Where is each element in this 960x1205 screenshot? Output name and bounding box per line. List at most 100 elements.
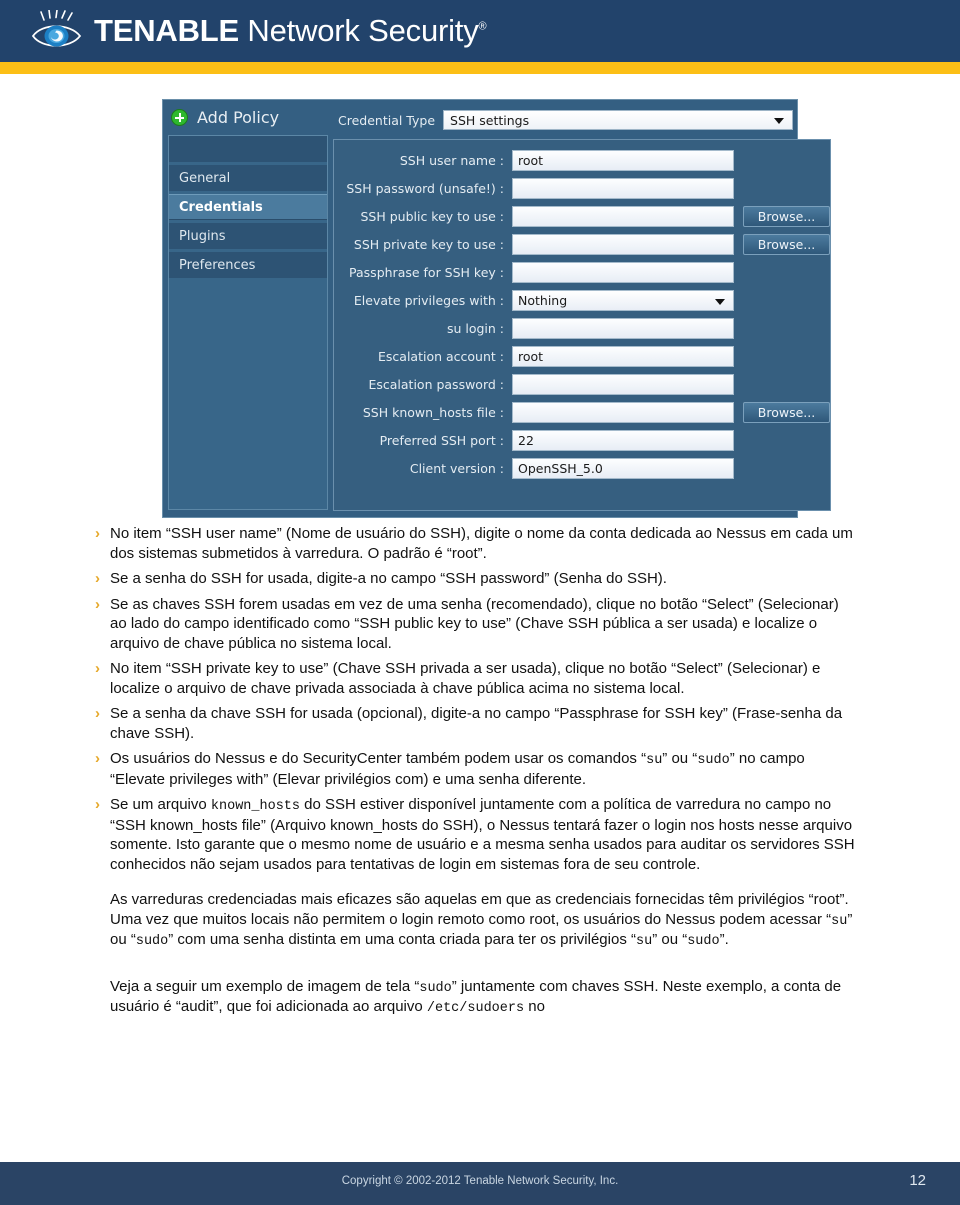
- credential-type-label: Credential Type: [338, 112, 436, 128]
- code-sudoers-path: /etc/sudoers: [426, 1001, 525, 1017]
- field-row-client-version: Client version : OpenSSH_5.0: [334, 458, 830, 479]
- credential-type-row: Credential Type SSH settings: [333, 110, 831, 130]
- list-item: › Se as chaves SSH forem usadas em vez d…: [82, 595, 960, 654]
- list-item-text: Se um arquivo known_hosts do SSH estiver…: [110, 795, 855, 874]
- passphrase-input[interactable]: [512, 262, 734, 283]
- ssh-port-input[interactable]: 22: [512, 430, 734, 451]
- page-number: 12: [909, 1172, 926, 1189]
- list-item: › No item “SSH user name” (Nome de usuár…: [82, 524, 960, 563]
- credential-type-value: SSH settings: [450, 112, 530, 128]
- sidebar-item-label: Preferences: [179, 257, 256, 273]
- ssh-user-name-input[interactable]: root: [512, 150, 734, 171]
- field-value: root: [518, 153, 544, 168]
- ssh-password-input[interactable]: [512, 178, 734, 199]
- list-item: › No item “SSH private key to use” (Chav…: [82, 659, 960, 698]
- field-label: Escalation password :: [368, 377, 504, 392]
- sidebar-item-label: General: [179, 170, 231, 186]
- field-row-escalation-password: Escalation password :: [334, 374, 830, 395]
- sidebar-item-general[interactable]: General: [169, 165, 327, 191]
- list-item-su-sudo: › Os usuários do Nessus e do SecurityCen…: [82, 749, 960, 789]
- page-header: TENABLE Network Security®: [0, 0, 960, 62]
- code-known-hosts: known_hosts: [210, 799, 301, 815]
- text-part: Se um arquivo: [110, 796, 211, 814]
- brand-network-security: Network Security: [247, 12, 479, 48]
- bullet-arrow-icon: ›: [95, 595, 100, 613]
- text-part: Os usuários do Nessus e do SecurityCente…: [110, 750, 647, 767]
- bullet-arrow-icon: ›: [95, 570, 100, 587]
- eye-logo-icon: [30, 10, 84, 52]
- browse-button-private-key[interactable]: Browse...: [743, 234, 830, 255]
- field-label: SSH known_hosts file :: [362, 405, 504, 420]
- bullet-list: › No item “SSH user name” (Nome de usuár…: [0, 524, 960, 874]
- add-policy-label: Add Policy: [197, 108, 280, 127]
- field-label: su login :: [446, 321, 504, 336]
- brand-wordmark: TENABLE Network Security®: [94, 12, 487, 48]
- su-login-input[interactable]: [512, 318, 734, 339]
- policy-sidebar: Add Policy General Credentials Plugins P…: [163, 100, 333, 517]
- bullet-arrow-icon: ›: [95, 750, 100, 767]
- field-label: Elevate privileges with :: [353, 293, 504, 308]
- list-item-known-hosts: › Se um arquivo known_hosts do SSH estiv…: [82, 795, 960, 874]
- field-row-known-hosts: SSH known_hosts file : Browse...: [334, 402, 830, 423]
- field-label: Preferred SSH port :: [379, 433, 504, 448]
- field-value: 22: [518, 433, 534, 448]
- escalation-password-input[interactable]: [512, 374, 734, 395]
- policy-form-area: Credential Type SSH settings SSH user na…: [333, 100, 839, 517]
- field-row-su-login: su login :: [334, 318, 830, 339]
- known-hosts-input[interactable]: [512, 402, 734, 423]
- document-body: › No item “SSH user name” (Nome de usuár…: [0, 524, 960, 1018]
- registered-mark: ®: [478, 20, 487, 33]
- list-item-text: No item “SSH user name” (Nome de usuário…: [110, 525, 853, 562]
- browse-button-known-hosts[interactable]: Browse...: [743, 402, 830, 423]
- credential-type-select[interactable]: SSH settings: [443, 110, 794, 130]
- list-item-text: Se a senha do SSH for usada, digite-a no…: [110, 570, 667, 587]
- policy-nav-panel: General Credentials Plugins Preferences: [168, 135, 328, 510]
- code-sudo: sudo: [135, 934, 169, 950]
- ssh-settings-panel: SSH user name : root SSH password (unsaf…: [333, 139, 831, 511]
- list-item-text: Se as chaves SSH forem usadas em vez de …: [110, 595, 839, 652]
- sidebar-item-credentials[interactable]: Credentials: [169, 194, 327, 220]
- field-row-ssh-user-name: SSH user name : root: [334, 150, 830, 171]
- client-version-input[interactable]: OpenSSH_5.0: [512, 458, 734, 479]
- code-su: su: [646, 753, 663, 768]
- gold-divider: [0, 62, 960, 74]
- chevron-down-icon: [774, 118, 785, 124]
- code-sudo: sudo: [687, 934, 720, 950]
- browse-button-public-key[interactable]: Browse...: [743, 206, 830, 227]
- field-label: SSH user name :: [399, 153, 504, 168]
- code-su: su: [831, 913, 848, 929]
- field-row-passphrase: Passphrase for SSH key :: [334, 262, 830, 283]
- add-policy-screenshot: Add Policy General Credentials Plugins P…: [163, 100, 831, 517]
- text-part: Veja a seguir um exemplo de imagem de te…: [110, 977, 420, 995]
- add-policy-title: Add Policy: [171, 108, 279, 127]
- field-value: root: [518, 349, 544, 364]
- escalation-account-input[interactable]: root: [512, 346, 734, 367]
- code-sudo: sudo: [419, 980, 452, 996]
- list-item: › Se a senha do SSH for usada, digite-a …: [82, 569, 960, 589]
- field-row-ssh-port: Preferred SSH port : 22: [334, 430, 830, 451]
- list-item-text: Se a senha da chave SSH for usada (opcio…: [110, 705, 843, 742]
- field-value: Nothing: [518, 293, 568, 308]
- field-row-ssh-password: SSH password (unsafe!) :: [334, 178, 830, 199]
- code-sudo: sudo: [697, 753, 730, 768]
- field-row-escalation-account: Escalation account : root: [334, 346, 830, 367]
- bullet-arrow-icon: ›: [95, 796, 100, 814]
- elevate-privileges-select[interactable]: Nothing: [512, 290, 734, 311]
- copyright-text: Copyright © 2002-2012 Tenable Network Se…: [341, 1175, 619, 1187]
- field-label: Client version :: [409, 461, 504, 476]
- field-label: SSH password (unsafe!) :: [346, 181, 504, 196]
- sidebar-item-preferences[interactable]: Preferences: [169, 252, 327, 278]
- list-item-text: No item “SSH private key to use” (Chave …: [110, 660, 821, 697]
- text-part: As varreduras credenciadas mais eficazes…: [110, 891, 849, 928]
- bullet-arrow-icon: ›: [95, 660, 100, 677]
- text-part: ”.: [719, 931, 729, 949]
- text-part: ” ou “: [662, 750, 698, 767]
- field-row-elevate-privileges: Elevate privileges with : Nothing: [334, 290, 830, 311]
- field-label: SSH private key to use :: [353, 237, 504, 252]
- sidebar-item-plugins[interactable]: Plugins: [169, 223, 327, 249]
- ssh-public-key-input[interactable]: [512, 206, 734, 227]
- bullet-arrow-icon: ›: [95, 525, 100, 542]
- ssh-private-key-input[interactable]: [512, 234, 734, 255]
- field-row-ssh-public-key: SSH public key to use : Browse...: [334, 206, 830, 227]
- plus-circle-icon[interactable]: [171, 109, 188, 126]
